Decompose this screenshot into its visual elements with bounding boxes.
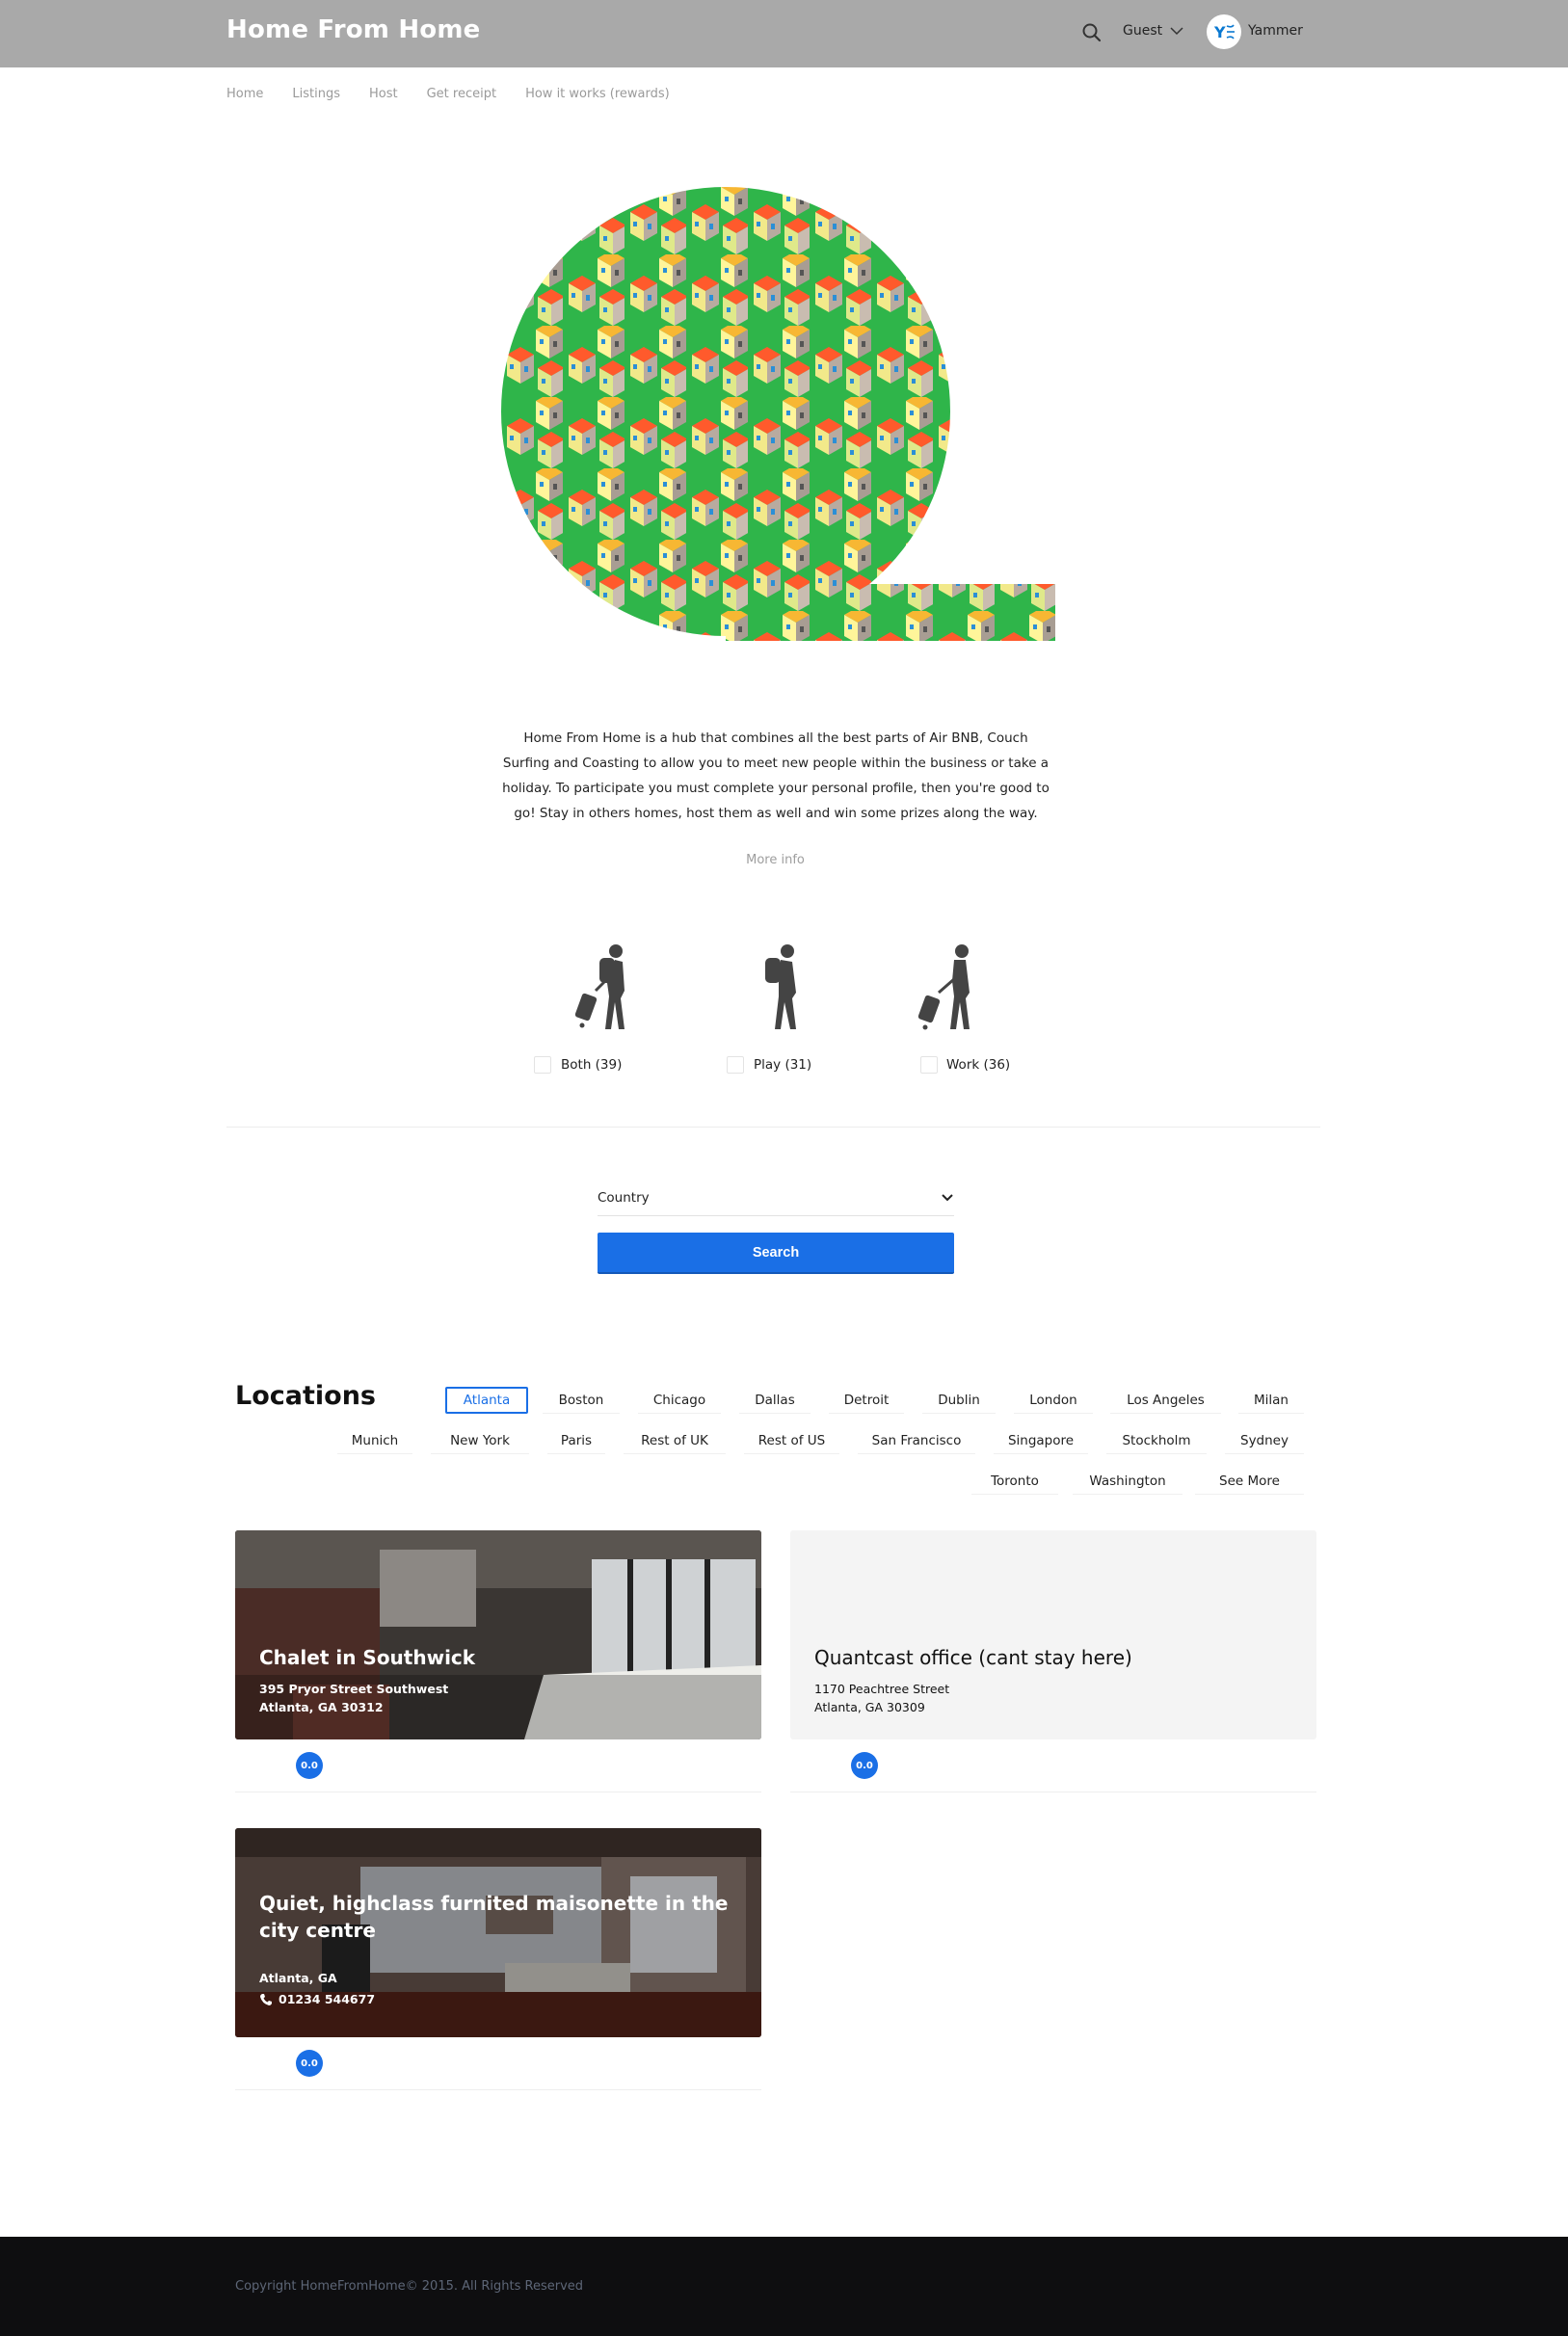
location-sydney[interactable]: Sydney: [1225, 1427, 1304, 1454]
section-divider: [226, 1127, 1320, 1128]
location-atlanta[interactable]: Atlanta: [445, 1387, 528, 1414]
country-placeholder: Country: [598, 1189, 650, 1206]
intro-text: Home From Home is a hub that combines al…: [502, 730, 1050, 821]
listing-title[interactable]: Chalet in Southwick: [259, 1644, 741, 1671]
listing-address-line1: 1170 Peachtree Street: [814, 1682, 950, 1696]
listing-phone-number: 01234 544677: [279, 1992, 376, 2006]
both-checkbox[interactable]: [534, 1056, 551, 1074]
more-info-label[interactable]: More info: [746, 853, 805, 867]
location-milan[interactable]: Milan: [1238, 1387, 1304, 1414]
location-rest-of-us[interactable]: Rest of US: [744, 1427, 839, 1454]
play-checkbox[interactable]: [727, 1056, 744, 1074]
location-chicago[interactable]: Chicago: [638, 1387, 721, 1414]
listing-address-line1: 395 Pryor Street Southwest: [259, 1682, 449, 1696]
nav-get-receipt[interactable]: Get receipt: [427, 87, 496, 101]
work-checkbox[interactable]: [920, 1056, 938, 1074]
location-boston[interactable]: Boston: [543, 1387, 620, 1414]
chevron-down-icon: [1170, 27, 1183, 36]
location-washington[interactable]: Washington: [1073, 1468, 1183, 1495]
listing-address-line2: Atlanta, GA 30312: [259, 1700, 384, 1714]
play-label: Play (31): [754, 1057, 812, 1073]
rating-badge: 0.0: [296, 2050, 323, 2077]
yammer-logo-icon: Y: [1213, 23, 1235, 41]
search-icon[interactable]: [1079, 20, 1104, 45]
main-nav: Home Listings Host Get receipt How it wo…: [226, 87, 670, 101]
location-rest-of-uk[interactable]: Rest of UK: [624, 1427, 726, 1454]
location-dallas[interactable]: Dallas: [739, 1387, 811, 1414]
avatar[interactable]: Y: [1207, 14, 1241, 49]
more-info-link[interactable]: More info: [0, 853, 1551, 867]
location-london[interactable]: London: [1014, 1387, 1093, 1414]
traveler-suitcase-icon[interactable]: [914, 942, 981, 1031]
listing-phone[interactable]: 01234 544677: [259, 1990, 375, 2008]
hero-logo-image: [501, 187, 1055, 641]
chevron-down-icon: [942, 1193, 953, 1201]
location-toronto[interactable]: Toronto: [971, 1468, 1058, 1495]
location-los-angeles[interactable]: Los Angeles: [1110, 1387, 1221, 1414]
listing-divider: [235, 2089, 761, 2090]
nav-listings[interactable]: Listings: [292, 87, 340, 101]
traveler-suitcase-backpack-icon[interactable]: [571, 942, 638, 1031]
listing-address-line2: Atlanta, GA 30309: [814, 1700, 925, 1714]
listing-card[interactable]: Quantcast office (cant stay here) 1170 P…: [790, 1530, 1316, 1739]
rating-badge: 0.0: [296, 1752, 323, 1779]
user-name[interactable]: Yammer: [1248, 23, 1303, 39]
location-new-york[interactable]: New York: [431, 1427, 529, 1454]
listing-address-line1: Atlanta, GA: [259, 1971, 337, 1985]
nav-how-it-works[interactable]: How it works (rewards): [525, 87, 670, 101]
locations-title: Locations: [235, 1381, 376, 1411]
listing-title[interactable]: Quiet, highclass furnited maisonette in …: [259, 1890, 741, 1944]
rating-badge: 0.0: [851, 1752, 878, 1779]
svg-text:Y: Y: [1213, 23, 1226, 41]
brand-logo[interactable]: Home From Home: [226, 15, 480, 44]
guest-label: Guest: [1123, 23, 1163, 39]
nav-host[interactable]: Host: [369, 87, 398, 101]
listing-title[interactable]: Quantcast office (cant stay here): [814, 1644, 1296, 1671]
location-detroit[interactable]: Detroit: [829, 1387, 904, 1414]
country-select[interactable]: Country: [598, 1180, 954, 1216]
location-munich[interactable]: Munich: [337, 1427, 412, 1454]
listing-card[interactable]: Chalet in Southwick 395 Pryor Street Sou…: [235, 1530, 761, 1739]
location-singapore[interactable]: Singapore: [994, 1427, 1088, 1454]
top-bar: Home From Home Guest Y Yammer: [0, 0, 1568, 67]
search-button[interactable]: Search: [598, 1233, 954, 1274]
location-paris[interactable]: Paris: [547, 1427, 605, 1454]
location-stockholm[interactable]: Stockholm: [1106, 1427, 1207, 1454]
location-see-more[interactable]: See More: [1195, 1468, 1304, 1495]
copyright-text: Copyright HomeFromHome© 2015. All Rights…: [235, 2279, 584, 2294]
work-label: Work (36): [946, 1057, 1011, 1073]
phone-icon: [260, 1993, 272, 2005]
traveler-backpack-icon[interactable]: [752, 942, 819, 1031]
location-dublin[interactable]: Dublin: [922, 1387, 996, 1414]
listing-card[interactable]: Quiet, highclass furnited maisonette in …: [235, 1828, 761, 2037]
both-label: Both (39): [561, 1057, 623, 1073]
nav-home[interactable]: Home: [226, 87, 263, 101]
guest-menu[interactable]: Guest: [1123, 23, 1183, 39]
location-san-francisco[interactable]: San Francisco: [858, 1427, 975, 1454]
